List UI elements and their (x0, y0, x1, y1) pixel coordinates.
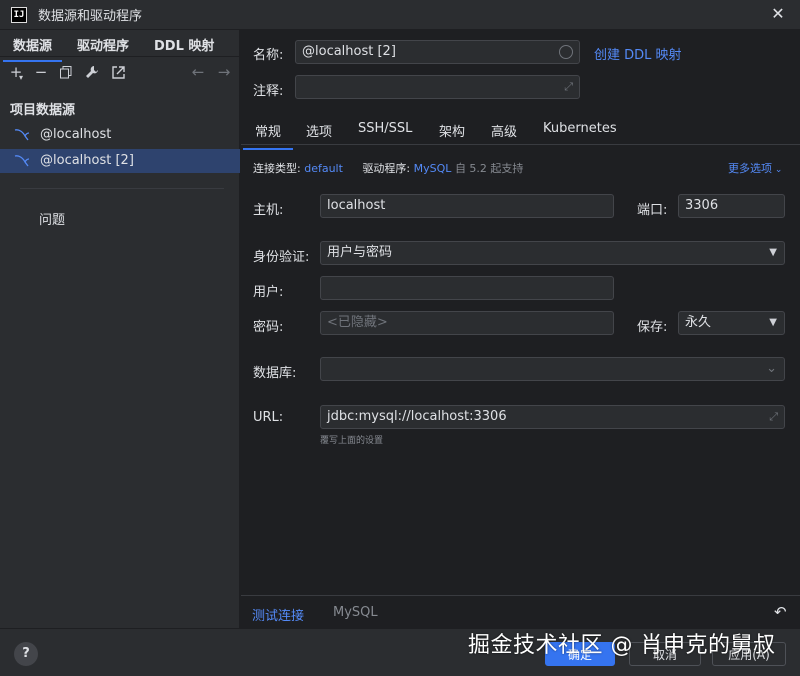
left-tab-bar: 数据源 驱动程序 DDL 映射 (0, 30, 240, 62)
comment-field[interactable]: ⤢ (295, 75, 580, 99)
right-panel: 名称: @localhost [2] 创建 DDL 映射 注释: ⤢ 常规 选项… (241, 30, 800, 628)
tab-schemas[interactable]: 架构 (439, 121, 465, 140)
left-panel: 数据源 驱动程序 DDL 映射 + ▾ − ← → 项目数据源 @localhos… (0, 30, 240, 628)
port-label: 端口: (637, 203, 668, 218)
duplicate-icon[interactable] (56, 62, 76, 82)
connection-type-label: 连接类型: (253, 162, 301, 175)
tab-general[interactable]: 常规 (242, 121, 294, 150)
problems-item[interactable]: 问题 (39, 209, 65, 228)
color-circle-icon[interactable] (559, 45, 573, 59)
auth-value: 用户与密码 (327, 245, 393, 260)
tab-options[interactable]: 选项 (306, 121, 332, 140)
revert-icon[interactable]: ↶ (774, 603, 787, 621)
auth-label: 身份验证: (253, 250, 310, 265)
save-select[interactable]: 永久 ▼ (678, 311, 785, 335)
more-options-label: 更多选项 (728, 162, 772, 175)
create-ddl-mapping-link[interactable]: 创建 DDL 映射 (594, 44, 682, 63)
driver-version-note: 自 5.2 起支持 (454, 162, 524, 175)
database-label: 数据库: (253, 366, 297, 381)
tab-drivers[interactable]: 驱动程序 (77, 35, 129, 54)
password-label: 密码: (253, 320, 284, 335)
user-label: 用户: (253, 285, 284, 300)
url-hint: 覆写上面的设置 (320, 436, 384, 446)
name-value: @localhost [2] (302, 44, 396, 59)
save-value: 永久 (685, 315, 712, 330)
connection-type-row: 连接类型: default 驱动程序: MySQL 自 5.2 起支持 (253, 160, 523, 176)
test-connection-link[interactable]: 测试连接 (252, 605, 304, 624)
save-label: 保存: (637, 320, 668, 335)
data-source-label: @localhost [2] (40, 153, 134, 168)
password-field[interactable]: <已隐藏> (320, 311, 614, 335)
connection-type-link[interactable]: default (304, 162, 343, 175)
url-label: URL: (253, 410, 284, 425)
data-source-label: @localhost (40, 127, 112, 142)
driver-link[interactable]: MySQL (414, 162, 452, 175)
user-field[interactable] (320, 276, 614, 300)
dropdown-arrow-icon: ▼ (769, 317, 777, 328)
more-options-link[interactable]: 更多选项 ⌄ (728, 160, 782, 176)
chevron-down-icon: ⌄ (766, 361, 777, 376)
forward-arrow-icon[interactable]: → (214, 62, 234, 82)
data-source-item-selected[interactable]: @localhost [2] (0, 149, 240, 173)
driver-footer-label: MySQL (333, 605, 378, 620)
tab-advanced[interactable]: 高级 (491, 121, 517, 140)
dropdown-arrow-icon: ▼ (769, 247, 777, 258)
window-title: 数据源和驱动程序 (38, 9, 143, 24)
left-toolbar: + ▾ − ← → (0, 62, 240, 86)
tab-kubernetes[interactable]: Kubernetes (543, 121, 617, 136)
app-logo-icon: IJ (11, 6, 27, 23)
auth-select[interactable]: 用户与密码 ▼ (320, 241, 785, 265)
driver-label: 驱动程序: (362, 162, 411, 175)
url-value: jdbc:mysql://localhost:3306 (327, 409, 507, 424)
name-field[interactable]: @localhost [2] (295, 40, 580, 64)
tab-data-sources[interactable]: 数据源 (2, 35, 63, 62)
host-label: 主机: (253, 203, 284, 218)
chevron-down-icon: ⌄ (772, 165, 783, 175)
add-icon[interactable]: + ▾ (6, 62, 26, 82)
section-project-data-sources: 项目数据源 (10, 103, 76, 118)
right-bottom-bar: 测试连接 MySQL ↶ (241, 595, 800, 628)
data-source-item[interactable]: @localhost (0, 123, 240, 147)
expand-icon[interactable]: ⤢ (564, 76, 573, 98)
url-field[interactable]: jdbc:mysql://localhost:3306 ⤢ (320, 405, 785, 429)
wrench-icon[interactable] (82, 62, 102, 82)
help-button[interactable]: ? (14, 642, 38, 666)
tab-ssh-ssl[interactable]: SSH/SSL (358, 121, 412, 136)
divider (20, 188, 224, 189)
expand-icon[interactable]: ⤢ (769, 406, 778, 428)
watermark-text: 掘金技术社区 @ 肖申克的舅叔 (468, 633, 776, 658)
database-select[interactable]: ⌄ (320, 357, 785, 381)
back-arrow-icon[interactable]: ← (188, 62, 208, 82)
host-field[interactable]: localhost (320, 194, 614, 218)
open-external-icon[interactable] (108, 62, 128, 82)
name-label: 名称: (253, 48, 284, 63)
comment-label: 注释: (253, 84, 284, 99)
host-value: localhost (327, 198, 386, 213)
password-placeholder: <已隐藏> (327, 315, 388, 330)
port-value: 3306 (685, 198, 719, 213)
title-bar: IJ 数据源和驱动程序 ✕ (0, 0, 800, 30)
mysql-dolphin-icon (14, 123, 30, 151)
settings-tabs: 常规 选项 SSH/SSL 架构 高级 Kubernetes (241, 117, 800, 150)
mysql-dolphin-icon (14, 149, 30, 177)
port-field[interactable]: 3306 (678, 194, 785, 218)
remove-icon[interactable]: − (31, 62, 51, 82)
tab-ddl-mappings[interactable]: DDL 映射 (154, 35, 214, 54)
close-icon[interactable]: ✕ (768, 4, 788, 24)
